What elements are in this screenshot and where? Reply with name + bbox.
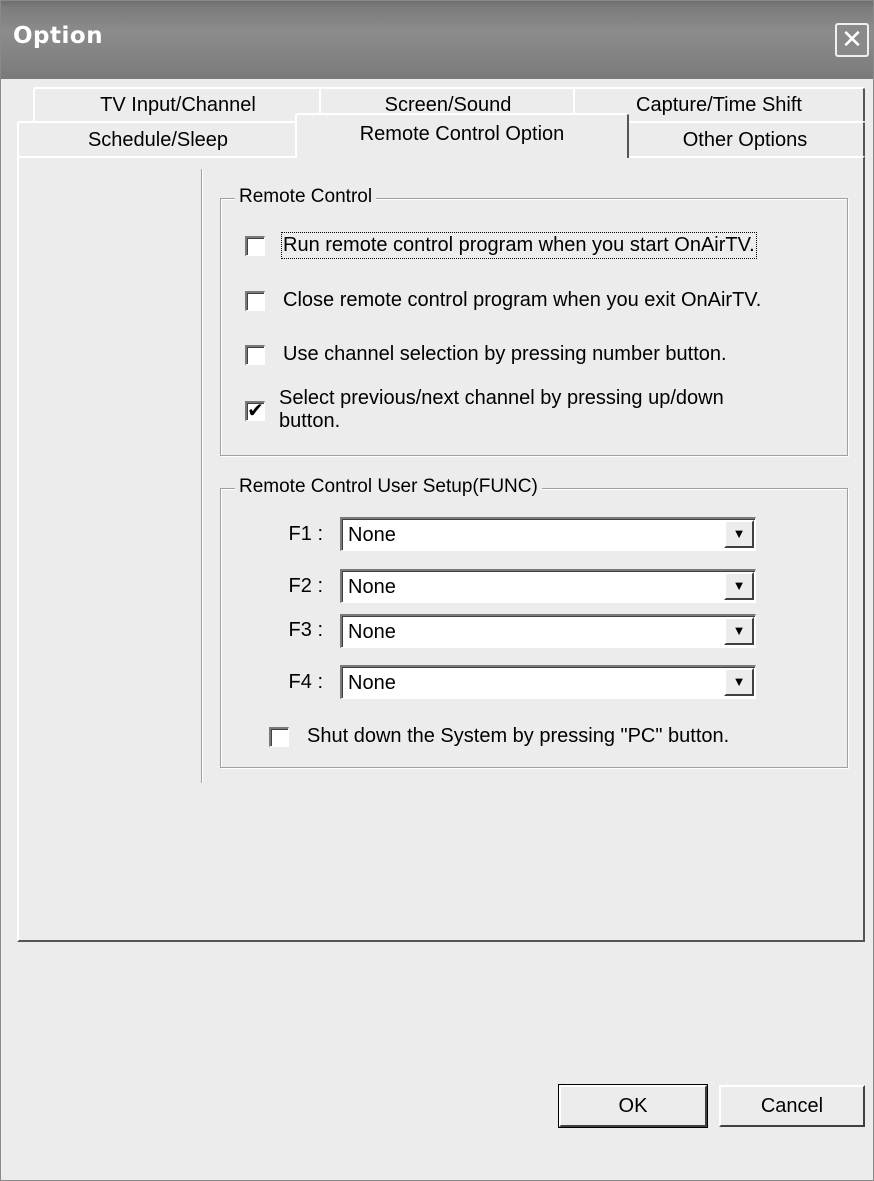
f1-dropdown[interactable]: None ▼ [340, 517, 756, 551]
checkbox[interactable] [245, 291, 265, 311]
f4-label: F4 : [288, 671, 323, 693]
f2-dropdown[interactable]: None ▼ [340, 569, 756, 603]
tab-label: Capture/Time Shift [636, 93, 802, 116]
dropdown-button[interactable]: ▼ [724, 668, 754, 696]
checkbox[interactable] [245, 236, 265, 256]
title-bar[interactable]: Option ✕ [1, 1, 873, 79]
f3-dropdown[interactable]: None ▼ [340, 614, 756, 648]
window-title: Option [13, 23, 104, 49]
shutdown-option[interactable]: Shut down the System by pressing "PC" bu… [269, 725, 729, 748]
tab-schedule-sleep[interactable]: Schedule/Sleep [17, 121, 299, 157]
dropdown-value: None [348, 621, 396, 643]
ok-button[interactable]: OK [558, 1084, 708, 1128]
divider [201, 169, 203, 783]
number-button-option[interactable]: Use channel selection by pressing number… [245, 343, 727, 366]
tab-label: Other Options [682, 128, 808, 151]
tab-label: Schedule/Sleep [87, 128, 229, 151]
dropdown-value: None [348, 576, 396, 598]
run-remote-option[interactable]: Run remote control program when you star… [245, 232, 757, 259]
option-label: Shut down the System by pressing "PC" bu… [307, 725, 730, 747]
option-label: Close remote control program when you ex… [283, 289, 762, 311]
checkbox[interactable] [269, 727, 289, 747]
triangle-down-icon: ▼ [732, 578, 746, 593]
dropdown-button[interactable]: ▼ [724, 520, 754, 548]
tab-label: TV Input/Channel [100, 93, 256, 116]
group-legend: Remote Control [235, 186, 377, 208]
tab-tv-input-channel[interactable]: TV Input/Channel [33, 87, 323, 121]
check-icon: ✔ [247, 400, 264, 422]
option-label-line2: button. [279, 410, 341, 432]
triangle-down-icon: ▼ [732, 526, 746, 541]
tab-label: Remote Control Option [359, 123, 565, 145]
f4-dropdown[interactable]: None ▼ [340, 665, 756, 699]
cancel-button[interactable]: Cancel [719, 1085, 865, 1127]
dropdown-button[interactable]: ▼ [724, 617, 754, 645]
option-label-line1: Select previous/next channel by pressing… [279, 387, 724, 409]
up-down-button-option[interactable]: ✔ Select previous/next channel by pressi… [245, 387, 724, 433]
tab-other-options[interactable]: Other Options [625, 121, 865, 157]
checkbox[interactable]: ✔ [245, 400, 265, 422]
dropdown-value: None [348, 524, 396, 546]
triangle-down-icon: ▼ [732, 623, 746, 638]
close-icon: ✕ [841, 25, 863, 55]
option-dialog: Option ✕ TV Input/Channel Screen/Sound C… [0, 0, 874, 1181]
close-button[interactable]: ✕ [835, 23, 869, 57]
dropdown-button[interactable]: ▼ [724, 572, 754, 600]
f2-label: F2 : [288, 575, 323, 597]
remote-control-group: Remote Control Run remote control progra… [220, 186, 848, 456]
f3-label: F3 : [288, 619, 323, 641]
f1-label: F1 : [288, 523, 323, 545]
tab-remote-control-option[interactable]: Remote Control Option [295, 113, 629, 158]
option-label: Use channel selection by pressing number… [283, 343, 727, 365]
user-setup-group: Remote Control User Setup(FUNC) F1 : Non… [220, 476, 848, 768]
option-label: Run remote control program when you star… [281, 232, 757, 259]
triangle-down-icon: ▼ [732, 674, 746, 689]
dropdown-value: None [348, 672, 396, 694]
group-legend: Remote Control User Setup(FUNC) [235, 476, 542, 498]
close-remote-option[interactable]: Close remote control program when you ex… [245, 289, 761, 312]
option-label: Select previous/next channel by pressing… [279, 387, 724, 433]
checkbox[interactable] [245, 345, 265, 365]
